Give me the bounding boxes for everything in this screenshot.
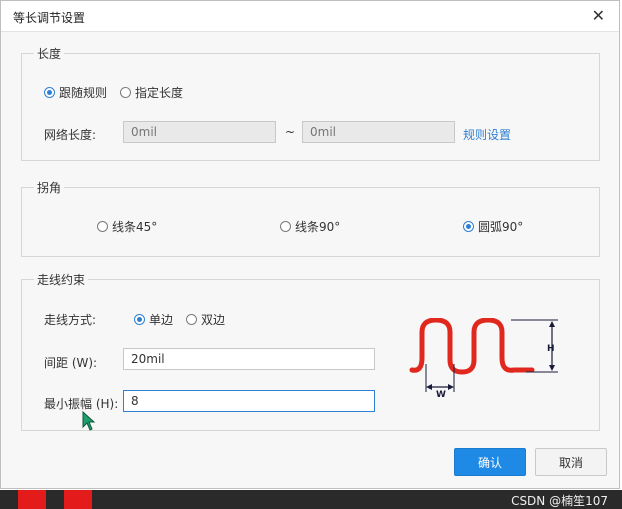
radio-indicator-arc-90 bbox=[463, 221, 474, 232]
length-legend: 长度 bbox=[34, 45, 65, 62]
spacing-label: 间距 (W): bbox=[44, 356, 98, 370]
mouse-cursor-icon bbox=[82, 411, 96, 431]
title-bar: 等长调节设置 ✕ bbox=[1, 1, 619, 32]
dialog-title: 等长调节设置 bbox=[13, 11, 86, 25]
radio-label-follow-rule: 跟随规则 bbox=[59, 86, 108, 100]
red-block-left bbox=[18, 490, 46, 509]
amplitude-label: 最小振幅 (H): bbox=[44, 397, 119, 411]
width-dimension-label: W bbox=[436, 390, 446, 398]
spacing-input[interactable] bbox=[123, 348, 375, 370]
radio-label-single-side: 单边 bbox=[149, 313, 174, 327]
radio-indicator-line-45 bbox=[97, 221, 108, 232]
radio-label-specify-length: 指定长度 bbox=[135, 86, 184, 100]
amplitude-input[interactable] bbox=[123, 390, 375, 412]
watermark: CSDN @楠笙107 bbox=[511, 494, 608, 508]
radio-indicator-double-side bbox=[186, 314, 197, 325]
min-length-input[interactable] bbox=[123, 121, 276, 143]
radio-indicator-single-side bbox=[134, 314, 145, 325]
routing-mode-label: 走线方式: bbox=[44, 313, 97, 327]
corner-group: 拐角 线条45° 线条90° 圆弧90° bbox=[21, 179, 600, 257]
meander-trace bbox=[409, 318, 535, 375]
radio-label-arc-90: 圆弧90° bbox=[478, 220, 524, 234]
radio-line-90[interactable]: 线条90° bbox=[280, 218, 340, 235]
radio-indicator-follow-rule bbox=[44, 87, 55, 98]
routing-constraint-group: 走线约束 走线方式: 单边 双边 间距 (W): 最小振幅 (H): H bbox=[21, 271, 600, 431]
radio-indicator-line-90 bbox=[280, 221, 291, 232]
background-strip: CSDN @楠笙107 bbox=[0, 490, 622, 509]
confirm-button[interactable]: 确认 bbox=[454, 448, 526, 476]
meander-diagram: H W bbox=[409, 318, 558, 398]
radio-indicator-specify-length bbox=[120, 87, 131, 98]
radio-double-side[interactable]: 双边 bbox=[186, 311, 225, 328]
height-dimension-label: H bbox=[547, 344, 555, 354]
radio-label-line-45: 线条45° bbox=[112, 220, 158, 234]
radio-specify-length[interactable]: 指定长度 bbox=[120, 84, 183, 101]
radio-line-45[interactable]: 线条45° bbox=[97, 218, 157, 235]
red-block-right bbox=[64, 490, 92, 509]
radio-label-double-side: 双边 bbox=[201, 313, 226, 327]
radio-label-line-90: 线条90° bbox=[295, 220, 341, 234]
radio-follow-rule[interactable]: 跟随规则 bbox=[44, 84, 107, 101]
length-group: 长度 跟随规则 指定长度 网络长度: ~ 规则设置 bbox=[21, 45, 600, 161]
net-length-label: 网络长度: bbox=[44, 128, 97, 142]
cancel-button[interactable]: 取消 bbox=[535, 448, 607, 476]
rule-settings-link[interactable]: 规则设置 bbox=[463, 126, 511, 143]
radio-single-side[interactable]: 单边 bbox=[134, 311, 173, 328]
max-length-input[interactable] bbox=[302, 121, 455, 143]
radio-arc-90[interactable]: 圆弧90° bbox=[463, 218, 523, 235]
range-separator: ~ bbox=[285, 125, 296, 139]
length-tuning-dialog: 等长调节设置 ✕ 长度 跟随规则 指定长度 网络长度: ~ 规则设置 拐角 线条… bbox=[0, 0, 620, 489]
close-icon[interactable]: ✕ bbox=[592, 6, 605, 25]
corner-legend: 拐角 bbox=[34, 179, 65, 196]
routing-legend: 走线约束 bbox=[34, 271, 89, 288]
